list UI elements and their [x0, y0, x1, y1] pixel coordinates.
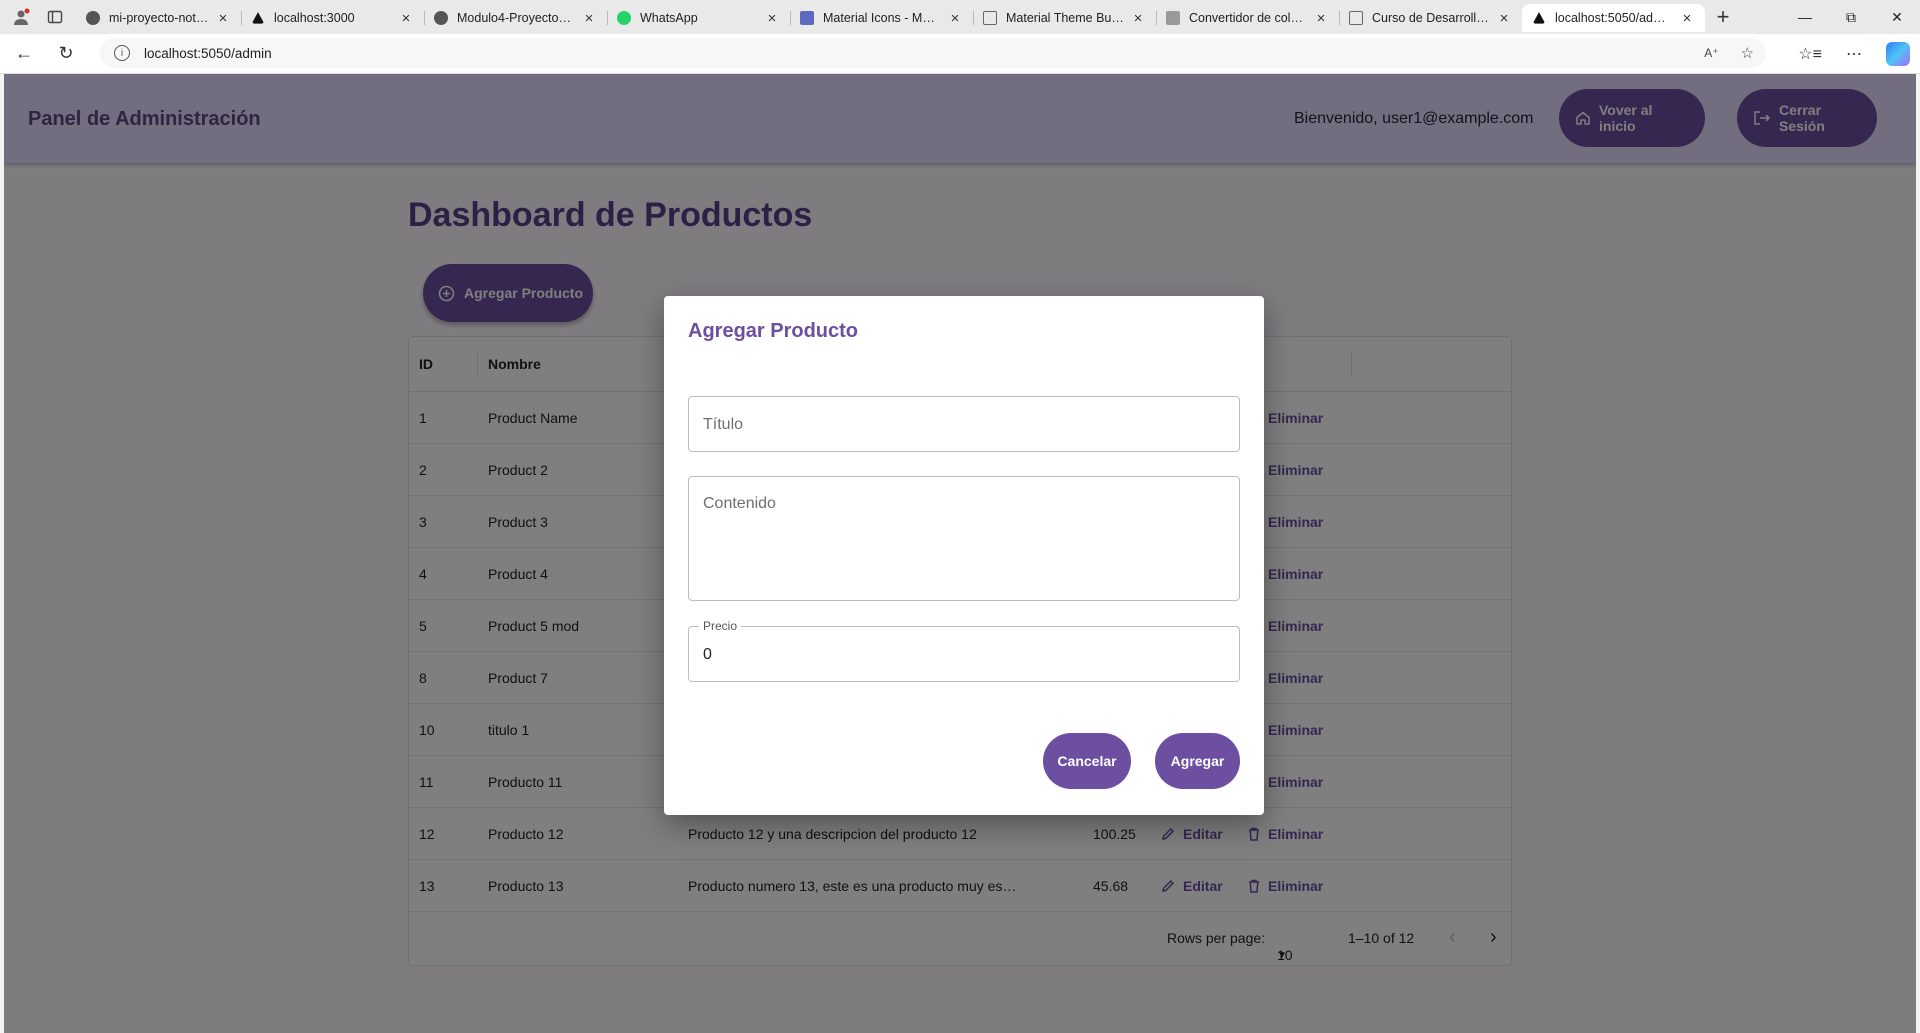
url-text: localhost:5050/admin — [144, 45, 272, 61]
back-icon[interactable]: ← — [6, 36, 42, 72]
close-tab-icon[interactable]: × — [1130, 10, 1146, 27]
add-product-dialog: Agregar Producto Título Contenido Precio… — [664, 296, 1264, 815]
tab-title: Material Theme Builde... — [1006, 11, 1124, 25]
titulo-field[interactable]: Título — [688, 396, 1240, 452]
precio-label: Precio — [699, 619, 742, 633]
address-bar: ← ↻ i localhost:5050/admin A⁺ ☆ — [0, 34, 1920, 74]
rgb-icon — [1166, 11, 1180, 25]
tab-title: Convertidor de color F... — [1189, 11, 1307, 25]
close-tab-icon[interactable]: × — [215, 10, 231, 27]
tab-title: Material Icons - Mater... — [823, 11, 941, 25]
window-controls: — ⧉ ✕ — [1782, 0, 1920, 34]
react-icon — [1532, 12, 1546, 24]
tab-title: mi-proyecto-noticias/... — [109, 11, 209, 25]
document-icon — [1349, 11, 1363, 25]
page-content: Panel de Administración Bienvenido, user… — [4, 74, 1916, 1033]
tab-actions-icon[interactable] — [40, 2, 70, 32]
tab-title: Modulo4-Proyecto-Fi... — [457, 11, 575, 25]
close-tab-icon[interactable]: × — [1679, 10, 1695, 27]
tab-title: localhost:5050/admin — [1555, 11, 1673, 25]
titulo-placeholder: Título — [703, 416, 744, 433]
read-aloud-icon[interactable]: A⁺ — [1704, 46, 1718, 60]
minimize-icon[interactable]: — — [1782, 0, 1828, 34]
close-tab-icon[interactable]: × — [1313, 10, 1329, 27]
document-icon — [983, 11, 997, 25]
close-tab-icon[interactable]: × — [764, 10, 780, 27]
more-menu-icon[interactable]: ⋯ — [1846, 44, 1862, 64]
tab-title: WhatsApp — [640, 11, 698, 25]
precio-field[interactable]: Precio 0 — [688, 619, 1240, 682]
cancel-button[interactable]: Cancelar — [1043, 733, 1131, 789]
submit-button[interactable]: Agregar — [1155, 733, 1240, 789]
material-icon — [800, 11, 814, 25]
contenido-field[interactable]: Contenido — [688, 476, 1240, 601]
browser-tab[interactable]: WhatsApp × — [607, 4, 790, 32]
browser-tab[interactable]: Modulo4-Proyecto-Fi... × — [424, 4, 607, 32]
browser-tab[interactable]: Curso de Desarrollo Fr... × — [1339, 4, 1522, 32]
new-tab-button[interactable]: + — [1705, 4, 1741, 30]
browser-tab[interactable]: Material Icons - Mater... × — [790, 4, 973, 32]
close-tab-icon[interactable]: × — [398, 10, 414, 27]
close-tab-icon[interactable]: × — [581, 10, 597, 27]
browser-tab[interactable]: localhost:3000 × — [241, 4, 424, 32]
tab-title: Curso de Desarrollo Fr... — [1372, 11, 1490, 25]
browser-toolbar: ☆≡ ⋯ — [1798, 34, 1910, 74]
reload-icon[interactable]: ↻ — [48, 36, 84, 72]
close-tab-icon[interactable]: × — [1496, 10, 1512, 27]
browser-tab[interactable]: localhost:5050/admin × — [1522, 4, 1705, 32]
precio-value: 0 — [703, 646, 712, 663]
favorites-icon[interactable]: ☆≡ — [1798, 44, 1822, 64]
site-info-icon[interactable]: i — [114, 45, 130, 61]
github-icon — [86, 11, 100, 25]
browser-tab[interactable]: mi-proyecto-noticias/... × — [76, 4, 241, 32]
close-window-icon[interactable]: ✕ — [1874, 0, 1920, 34]
react-icon — [251, 12, 265, 24]
browser-tab[interactable]: Material Theme Builde... × — [973, 4, 1156, 32]
dialog-title: Agregar Producto — [688, 320, 859, 342]
favorite-star-icon[interactable]: ☆ — [1741, 44, 1754, 62]
whatsapp-icon — [617, 11, 631, 25]
browser-tab-bar: mi-proyecto-noticias/... × localhost:3000 ×… — [0, 0, 1920, 34]
profile-icon[interactable] — [6, 2, 36, 32]
copilot-icon[interactable] — [1886, 42, 1910, 66]
browser-tab[interactable]: Convertidor de color F... × — [1156, 4, 1339, 32]
tab-title: localhost:3000 — [274, 11, 355, 25]
close-tab-icon[interactable]: × — [947, 10, 963, 27]
github-icon — [434, 11, 448, 25]
contenido-placeholder: Contenido — [703, 495, 776, 512]
restore-icon[interactable]: ⧉ — [1828, 0, 1874, 34]
url-field[interactable]: i localhost:5050/admin A⁺ ☆ — [100, 38, 1766, 68]
